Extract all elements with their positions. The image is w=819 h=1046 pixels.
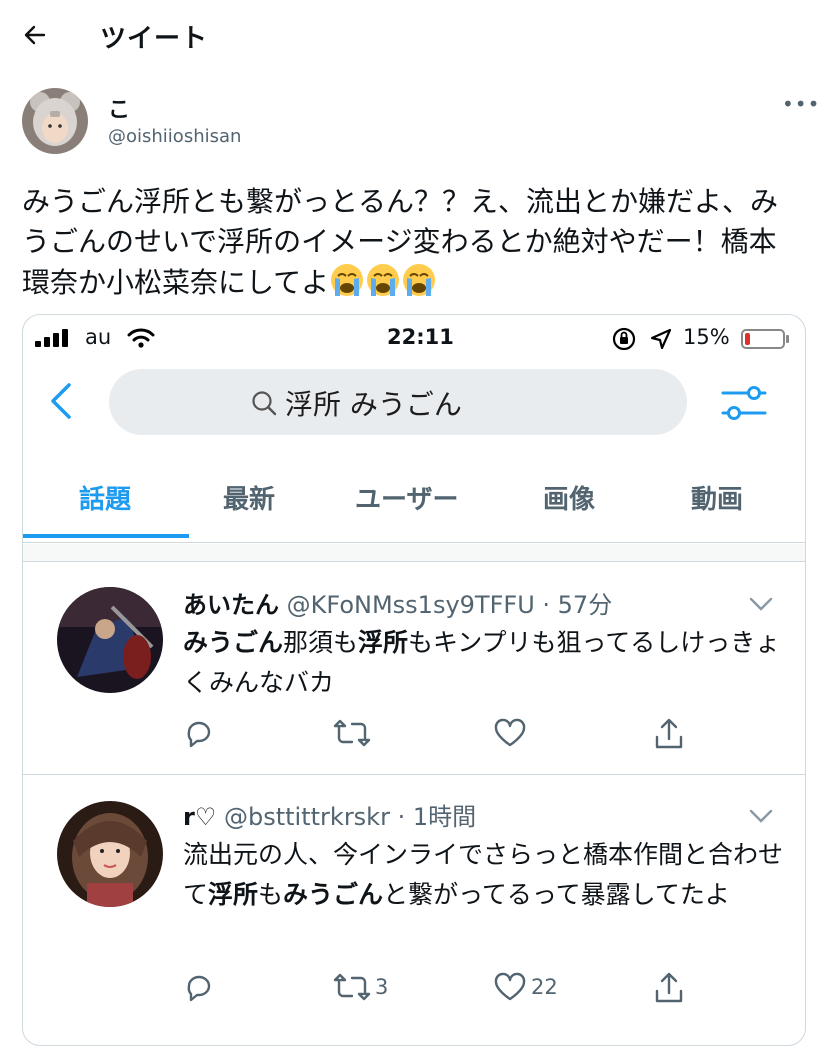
chevron-down-icon[interactable] [749, 597, 773, 611]
crying-emoji-1 [329, 264, 365, 299]
tweet-text: みうごん浮所とも繋がっとるん？？え、流出とか嫌だよ、みうごんのせいで浮所のイメー… [22, 182, 802, 303]
body-segment: と繋がってるって暴露してたよ [383, 880, 730, 909]
tab-videos[interactable]: 動画 [691, 479, 743, 516]
share-icon [655, 718, 683, 749]
attached-image[interactable]: au 22:11 15% 浮所 みうごん 話題 最新 ユーザー 画像 動画 あい… [22, 314, 806, 1046]
signal-icon [35, 329, 68, 347]
avatar[interactable] [57, 801, 163, 907]
crying-emoji-3 [401, 264, 437, 299]
battery-level-fill [745, 333, 750, 345]
status-time: 22:11 [387, 325, 454, 349]
heart-icon [494, 718, 526, 747]
body-segment: みうごん [183, 628, 284, 657]
display-name[interactable]: こ [108, 92, 130, 124]
battery-percent: 15% [683, 325, 730, 349]
search-icon [252, 391, 277, 416]
retweet-button[interactable]: 3 [333, 971, 388, 1003]
body-segment: 浮所 [358, 628, 409, 657]
location-icon [650, 328, 672, 350]
tweet-actions [183, 717, 743, 757]
battery-icon [741, 329, 785, 349]
like-button[interactable] [493, 717, 531, 749]
tab-people[interactable]: ユーザー [355, 479, 458, 516]
heart-icon [494, 972, 526, 1001]
tweet-header: あいたん @KFoNMss1sy9TFFU · 57分 [183, 585, 612, 620]
tab-top[interactable]: 話題 [79, 479, 131, 516]
avatar[interactable] [57, 587, 163, 693]
reply-icon [187, 721, 211, 748]
reply-button[interactable] [183, 971, 215, 1003]
tweet-body: 流出元の人、今インライでさらっと橋本作間と合わせて浮所もみうごんと繋がってるって… [183, 835, 783, 915]
tweet-actions: 3 22 [183, 971, 743, 1011]
search-filter-icon[interactable] [721, 383, 767, 423]
author-name[interactable]: あいたん [183, 591, 279, 619]
body-segment: みうごん [283, 880, 384, 909]
share-button[interactable] [653, 717, 685, 751]
retweet-icon [333, 973, 371, 1001]
like-count: 22 [531, 975, 558, 999]
battery-tip [786, 335, 789, 343]
rotation-lock-icon [612, 327, 636, 351]
search-input[interactable]: 浮所 みうごん [109, 369, 687, 435]
retweet-icon [333, 719, 371, 747]
author-handle-time: @KFoNMss1sy9TFFU · 57分 [286, 591, 613, 619]
section-divider [23, 544, 805, 562]
status-bar: au 22:11 15% [23, 315, 805, 361]
share-button[interactable] [653, 971, 685, 1005]
crying-emoji-2 [365, 264, 401, 299]
user-handle[interactable]: @oishiioshisan [108, 126, 241, 147]
result-tweet[interactable]: r♡ @bsttittrkrskr · 1時間 流出元の人、今インライでさらっと… [23, 775, 805, 1045]
share-icon [655, 972, 683, 1003]
body-segment: 浮所 [208, 880, 259, 909]
retweet-count: 3 [375, 975, 389, 999]
reply-button[interactable] [183, 717, 215, 749]
search-back-icon[interactable] [49, 381, 73, 421]
retweet-button[interactable] [333, 717, 375, 749]
active-tab-indicator [23, 534, 189, 538]
search-query: 浮所 みうごん [285, 388, 462, 421]
author-name[interactable]: r♡ [183, 803, 216, 831]
tab-latest[interactable]: 最新 [223, 479, 275, 516]
like-button[interactable]: 22 [493, 971, 558, 1003]
body-segment: 那須も [283, 628, 359, 657]
more-options-icon[interactable]: ••• [782, 92, 819, 116]
chevron-down-icon[interactable] [749, 809, 773, 823]
tweet-body: みうごん那須も浮所もキンプリも狙ってるしけっきょくみんなバカ [183, 623, 783, 703]
avatar[interactable] [22, 88, 88, 154]
carrier-label: au [85, 325, 112, 349]
body-segment: も [258, 880, 284, 909]
result-tweet[interactable]: あいたん @KFoNMss1sy9TFFU · 57分 みうごん那須も浮所もキン… [23, 563, 805, 775]
search-tabs: 話題 最新 ユーザー 画像 動画 [23, 465, 805, 543]
back-arrow-icon[interactable] [22, 22, 52, 52]
tab-photos[interactable]: 画像 [543, 479, 595, 516]
reply-icon [187, 975, 211, 1002]
page-title: ツイート [100, 24, 209, 54]
tweet-header: r♡ @bsttittrkrskr · 1時間 [183, 797, 476, 832]
author-handle-time: @bsttittrkrskr · 1時間 [224, 803, 477, 831]
wifi-icon [127, 328, 155, 348]
